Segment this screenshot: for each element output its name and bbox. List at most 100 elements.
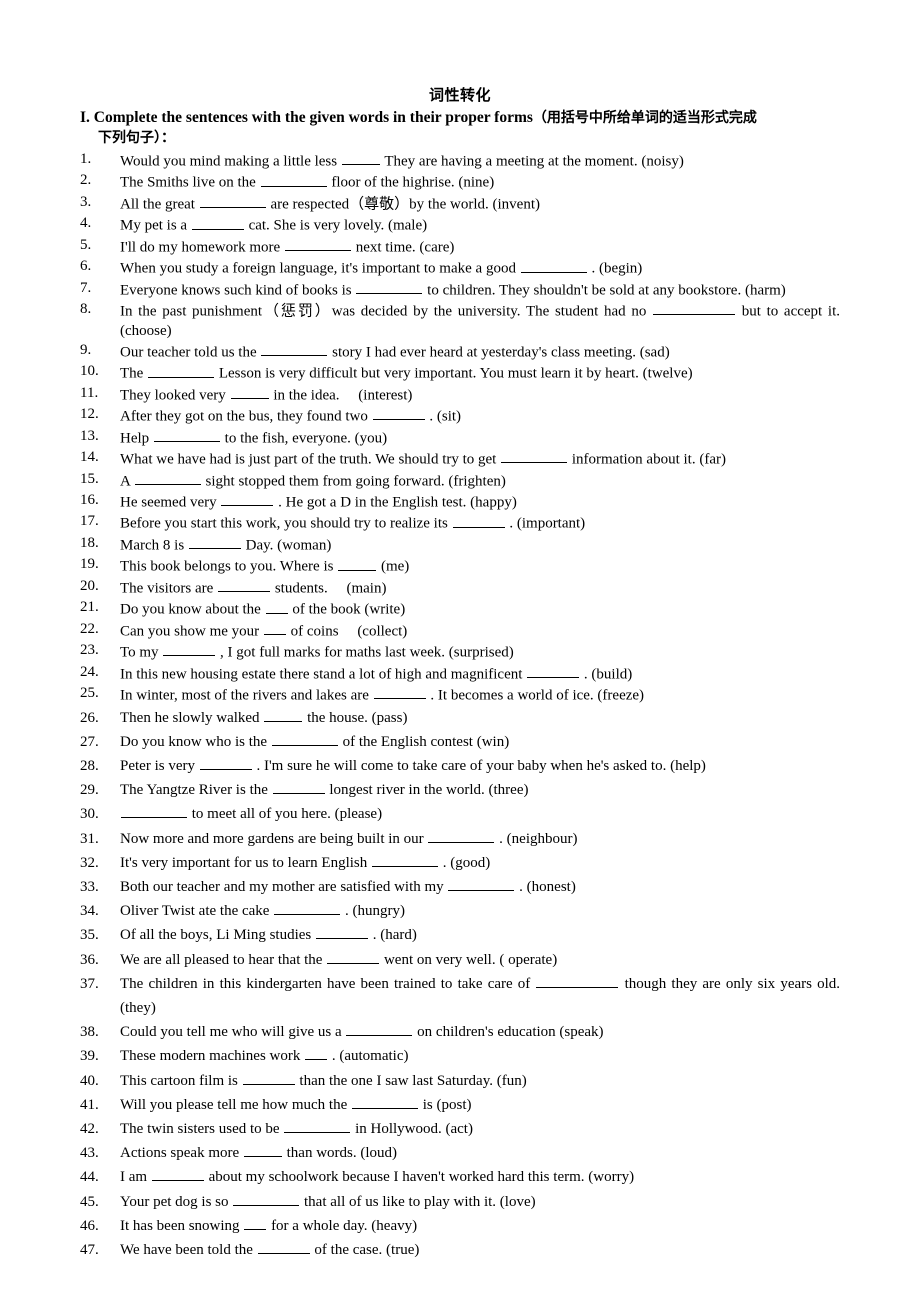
question-number: 8. xyxy=(80,301,92,318)
answer-blank[interactable] xyxy=(316,924,368,940)
question-text-after-blank: . (hard) xyxy=(372,927,417,944)
question-number: 34. xyxy=(80,903,99,920)
answer-blank[interactable] xyxy=(452,512,505,528)
question-text-after-blank: . (begin) xyxy=(591,260,643,277)
answer-blank[interactable] xyxy=(261,341,328,357)
question-text-before-blank: Peter is very xyxy=(120,757,195,774)
question-text-after-blank: the house. (pass) xyxy=(307,709,408,726)
question-number: 4. xyxy=(80,215,92,232)
question-text-after-blank: . He got a D in the English test. (happy… xyxy=(278,494,517,511)
question-item: 46. It has been snowing for a whole day. … xyxy=(80,1214,840,1238)
question-item: 7. Everyone knows such kind of books is t… xyxy=(80,279,840,300)
question-text-after-blank: . (hungry) xyxy=(344,903,405,920)
question-item: 39. These modern machines work . (automat… xyxy=(80,1044,840,1068)
answer-blank[interactable] xyxy=(284,1118,351,1133)
answer-blank[interactable] xyxy=(121,803,187,819)
answer-blank[interactable] xyxy=(163,641,216,657)
question-text-after-blank: is (post) xyxy=(422,1096,472,1113)
question-text-after-blank: story I had ever heard at yesterday's cl… xyxy=(332,344,670,361)
answer-blank[interactable] xyxy=(338,555,377,571)
answer-blank[interactable] xyxy=(501,448,568,464)
answer-blank[interactable] xyxy=(372,852,438,867)
question-item: 5. I'll do my homework more next time. (c… xyxy=(80,236,840,257)
answer-blank[interactable] xyxy=(199,193,266,209)
answer-blank[interactable] xyxy=(221,491,274,507)
question-text-after-blank: . (neighbour) xyxy=(499,830,578,847)
answer-blank[interactable] xyxy=(257,1239,310,1254)
question-text-after-blank: in the idea. (interest) xyxy=(273,386,413,403)
question-item: 41. Will you please tell me how much the … xyxy=(80,1093,840,1117)
answer-blank[interactable] xyxy=(271,730,338,746)
answer-blank[interactable] xyxy=(536,973,619,988)
answer-blank[interactable] xyxy=(188,534,241,550)
question-text-before-blank: The twin sisters used to be xyxy=(120,1120,280,1137)
answer-blank[interactable] xyxy=(428,827,495,843)
answer-blank[interactable] xyxy=(448,876,515,891)
answer-blank[interactable] xyxy=(527,663,580,678)
answer-blank[interactable] xyxy=(346,1021,413,1037)
answer-blank[interactable] xyxy=(520,257,587,273)
page-title: 词性转化 xyxy=(428,88,491,104)
answer-blank[interactable] xyxy=(218,577,271,593)
answer-blank[interactable] xyxy=(244,1215,267,1230)
answer-blank[interactable] xyxy=(148,362,215,378)
answer-blank[interactable] xyxy=(373,684,426,700)
question-text-after-blank: . (automatic) xyxy=(331,1048,409,1065)
answer-blank[interactable] xyxy=(199,755,252,770)
question-text-after-blank: . (honest) xyxy=(519,878,576,895)
question-number: 22. xyxy=(80,620,99,637)
answer-blank[interactable] xyxy=(305,1045,328,1061)
answer-blank[interactable] xyxy=(243,1142,282,1158)
question-number: 11. xyxy=(80,384,99,401)
section-number: I. xyxy=(80,109,90,126)
question-item: 37. The children in this kindergarten hav… xyxy=(80,972,840,1020)
answer-blank[interactable] xyxy=(134,470,201,485)
question-number: 28. xyxy=(80,757,99,774)
answer-blank[interactable] xyxy=(151,1166,204,1182)
question-number: 44. xyxy=(80,1169,99,1186)
question-text-after-blank: of coins (collect) xyxy=(290,622,408,639)
question-number: 25. xyxy=(80,685,99,702)
question-text-after-blank: are respected（尊敬）by the world. (invent) xyxy=(270,196,540,213)
answer-blank[interactable] xyxy=(653,300,736,316)
question-text-after-blank: . I'm sure he will come to take care of … xyxy=(256,757,706,774)
answer-blank[interactable] xyxy=(327,948,380,964)
question-text-before-blank: I'll do my homework more xyxy=(120,239,281,256)
question-item: 26. Then he slowly walked the house. (pas… xyxy=(80,706,840,730)
question-text-after-blank: students. (main) xyxy=(274,580,387,597)
question-text-after-blank: They are having a meeting at the moment.… xyxy=(384,153,684,170)
question-item: 2. The Smiths live on the floor of the hi… xyxy=(80,171,840,192)
answer-blank[interactable] xyxy=(265,598,288,614)
answer-blank[interactable] xyxy=(191,214,244,230)
answer-blank[interactable] xyxy=(260,171,327,187)
question-text-before-blank: This cartoon film is xyxy=(120,1072,238,1089)
question-item: 3. All the great are respected（尊敬）by the … xyxy=(80,193,840,214)
answer-blank[interactable] xyxy=(356,279,423,294)
answer-blank[interactable] xyxy=(230,384,269,399)
answer-blank[interactable] xyxy=(264,706,303,722)
question-item: 45. Your pet dog is so that all of us lik… xyxy=(80,1190,840,1214)
question-number: 20. xyxy=(80,577,99,594)
answer-blank[interactable] xyxy=(352,1094,419,1109)
answer-blank[interactable] xyxy=(372,405,425,421)
question-item: 35. Of all the boys, Li Ming studies . (h… xyxy=(80,923,840,947)
question-item: 25. In winter, most of the rivers and lak… xyxy=(80,684,840,705)
answer-blank[interactable] xyxy=(284,236,351,252)
answer-blank[interactable] xyxy=(263,620,286,635)
question-number: 26. xyxy=(80,709,99,726)
answer-blank[interactable] xyxy=(272,779,325,795)
question-text-before-blank: Would you mind making a little less xyxy=(120,153,338,170)
question-item: 42. The twin sisters used to be in Hollyw… xyxy=(80,1117,840,1141)
answer-blank[interactable] xyxy=(233,1190,300,1206)
question-text-before-blank: Can you show me your xyxy=(120,622,260,639)
question-item: 27. Do you know who is the of the English… xyxy=(80,730,840,754)
answer-blank[interactable] xyxy=(153,427,220,442)
question-item: 24. In this new housing estate there stan… xyxy=(80,663,840,684)
answer-blank[interactable] xyxy=(341,150,380,166)
question-text-before-blank: March 8 is xyxy=(120,537,185,554)
question-number: 13. xyxy=(80,427,99,444)
answer-blank[interactable] xyxy=(242,1069,295,1085)
section-heading: I. Complete the sentences with the given… xyxy=(80,108,840,148)
answer-blank[interactable] xyxy=(274,900,341,916)
question-number: 18. xyxy=(80,534,99,551)
